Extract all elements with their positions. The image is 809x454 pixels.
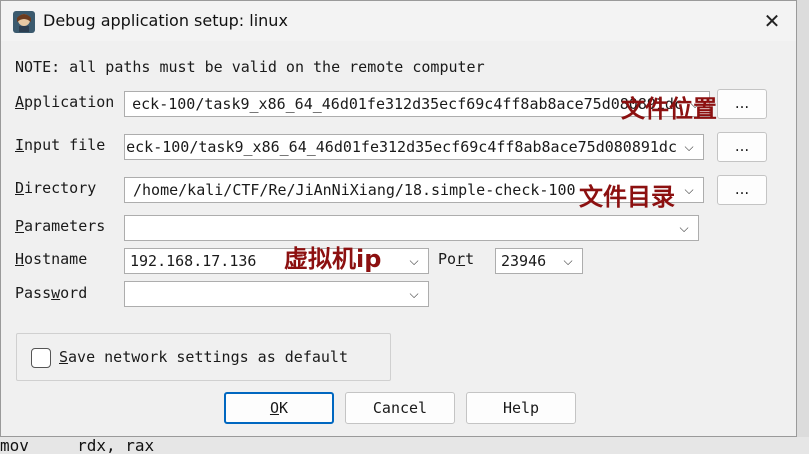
application-browse-button[interactable]: ... (717, 89, 767, 119)
ida-app-icon (13, 11, 35, 33)
save-default-checkbox[interactable] (31, 348, 51, 368)
input-file-label: Input file (15, 136, 106, 154)
input-file-value: eck-100/task9_x86_64_46d01fe312d35ecf69c… (126, 138, 677, 156)
directory-label: Directory (15, 179, 97, 197)
directory-value: /home/kali/CTF/Re/JiAnNiXiang/18.simple-… (133, 181, 576, 199)
hostname-combobox[interactable]: 192.168.17.136 ⌵ (124, 248, 429, 274)
parameters-combobox[interactable]: ⌵ (124, 215, 699, 241)
port-value: 23946 (501, 252, 547, 270)
annotation-file-location: 文件位置 (621, 95, 717, 123)
save-default-label[interactable]: Save network settings as default (59, 348, 348, 366)
help-button[interactable]: Help (466, 392, 576, 424)
chevron-down-icon[interactable]: ⌵ (674, 216, 694, 240)
close-icon[interactable]: ✕ (753, 5, 791, 37)
annotation-file-directory: 文件目录 (579, 183, 675, 211)
password-combobox[interactable]: ⌵ (124, 281, 429, 307)
chevron-down-icon[interactable]: ⌵ (558, 249, 578, 273)
save-settings-group: Save network settings as default (16, 333, 391, 381)
annotation-vm-ip: 虚拟机ip (284, 245, 382, 273)
input-file-combobox[interactable]: eck-100/task9_x86_64_46d01fe312d35ecf69c… (124, 134, 704, 160)
background-disassembly-line: mov rdx, rax (0, 437, 809, 454)
parameters-label: Parameters (15, 217, 106, 235)
ok-button[interactable]: OK (224, 392, 334, 424)
chevron-down-icon[interactable]: ⌵ (679, 135, 699, 159)
debug-setup-dialog: Debug application setup: linux ✕ NOTE: a… (0, 0, 797, 437)
hostname-value: 192.168.17.136 (130, 252, 257, 270)
chevron-down-icon[interactable]: ⌵ (679, 178, 699, 202)
chevron-down-icon[interactable]: ⌵ (404, 249, 424, 273)
port-combobox[interactable]: 23946 ⌵ (495, 248, 583, 274)
hostname-label: Hostname (15, 250, 88, 268)
window-title: Debug application setup: linux (43, 11, 288, 30)
cancel-button[interactable]: Cancel (345, 392, 455, 424)
password-label: Password (15, 284, 88, 302)
port-label: Port (438, 250, 475, 268)
chevron-down-icon[interactable]: ⌵ (404, 282, 424, 306)
application-label: Application (15, 93, 115, 111)
application-value: eck-100/task9_x86_64_46d01fe312d35ecf69c… (132, 95, 683, 113)
input-file-browse-button[interactable]: ... (717, 132, 767, 162)
note-text: NOTE: all paths must be valid on the rem… (15, 58, 485, 76)
directory-browse-button[interactable]: ... (717, 175, 767, 205)
title-bar: Debug application setup: linux ✕ (1, 1, 796, 41)
